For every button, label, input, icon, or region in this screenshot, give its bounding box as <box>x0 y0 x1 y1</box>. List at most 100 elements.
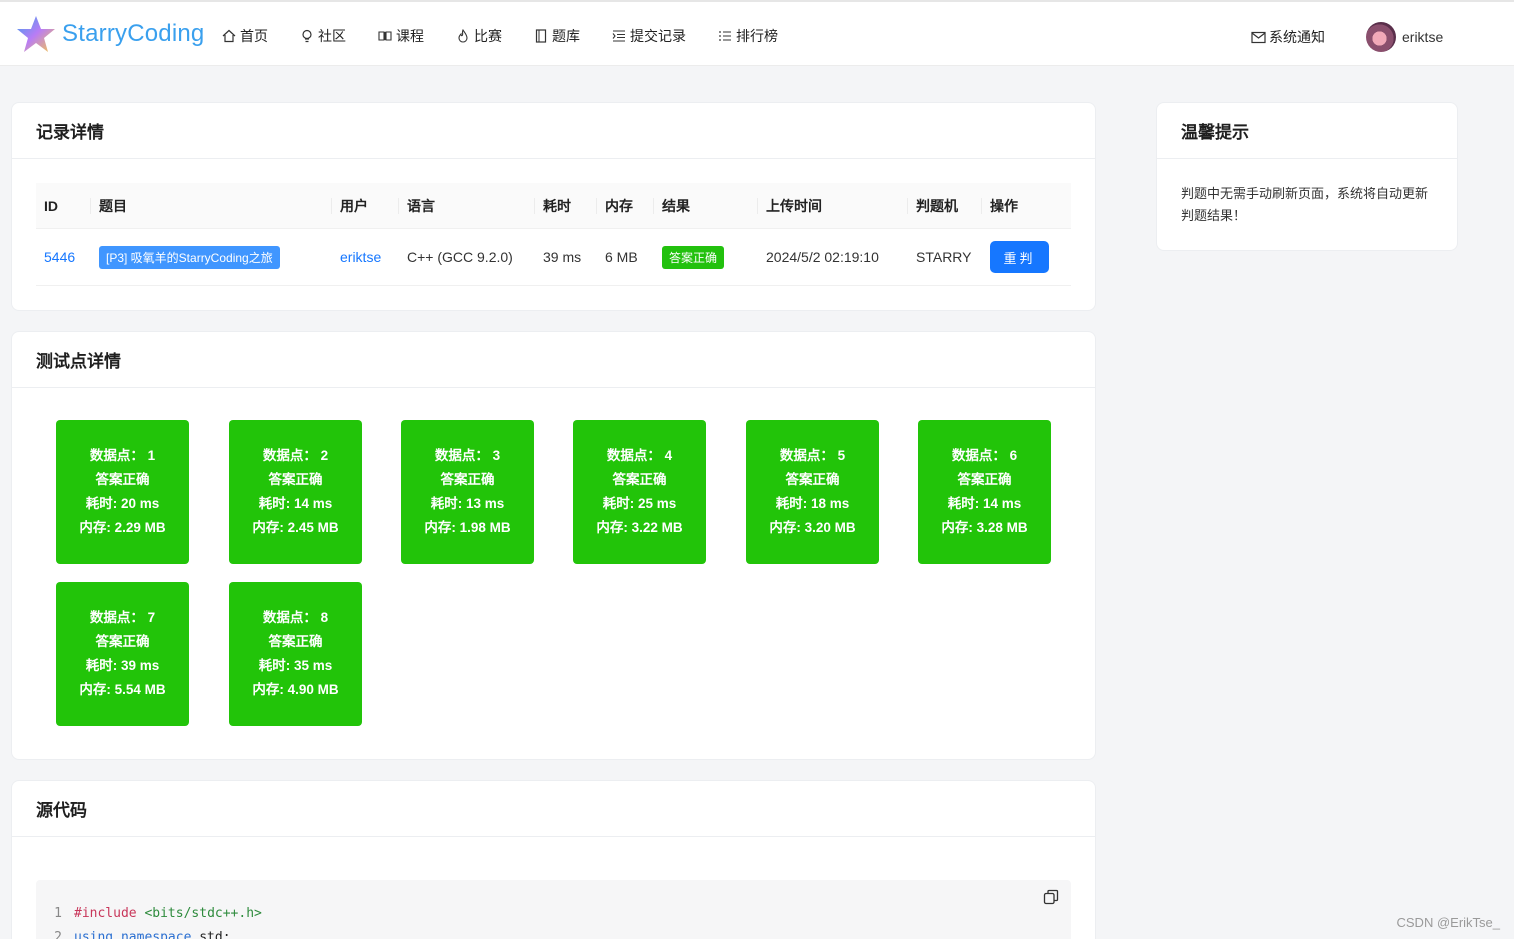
nav-label: 排行榜 <box>736 28 778 44</box>
source-code-card: 源代码 1 #include <bits/stdc++.h> 2 using n… <box>11 780 1096 939</box>
test-point-card[interactable]: 数据点： 7 答案正确 耗时: 39 ms 内存: 5.54 MB <box>56 582 189 726</box>
test-point-memory: 内存: 3.22 MB <box>596 520 683 535</box>
record-table: ID 题目 用户 语言 耗时 内存 结果 上传时间 判题机 操作 5446 [P… <box>36 183 1071 286</box>
test-point-time: 耗时: 25 ms <box>602 496 677 511</box>
memory-value: 6 MB <box>605 249 638 265</box>
nav-label: 社区 <box>318 28 346 44</box>
col-action: 操作 <box>990 197 1018 214</box>
nav-label: 课程 <box>396 28 424 44</box>
tips-card: 温馨提示 判题中无需手动刷新页面，系统将自动更新判题结果！ <box>1156 102 1458 251</box>
language-value: C++ (GCC 9.2.0) <box>407 249 513 265</box>
star-logo-icon <box>17 16 55 52</box>
test-point-label: 数据点： 1 <box>89 448 156 463</box>
col-judger: 判题机 <box>908 183 982 228</box>
test-point-status: 答案正确 <box>95 634 150 649</box>
test-point-memory: 内存: 1.98 MB <box>424 520 511 535</box>
test-point-time: 耗时: 13 ms <box>430 496 505 511</box>
col-id: ID <box>36 183 91 228</box>
col-language: 语言 <box>399 183 535 228</box>
fire-icon <box>456 29 470 43</box>
test-point-status: 答案正确 <box>268 472 323 487</box>
test-point-label: 数据点： 6 <box>951 448 1018 463</box>
list-indent-icon <box>612 29 626 43</box>
nav-item-courses[interactable]: 课程 <box>378 26 424 46</box>
test-point-label: 数据点： 5 <box>779 448 846 463</box>
top-navbar: StarryCoding 首页 社区 课程 比赛 题库 提交记录 排行榜 系统通… <box>0 0 1514 66</box>
test-point-time: 耗时: 18 ms <box>775 496 850 511</box>
test-point-status: 答案正确 <box>95 472 150 487</box>
test-point-memory: 内存: 2.29 MB <box>79 520 166 535</box>
test-point-label: 数据点： 8 <box>262 610 329 625</box>
rejudge-button[interactable]: 重判 <box>990 241 1049 273</box>
test-point-status: 答案正确 <box>785 472 840 487</box>
code-line: 1 #include <bits/stdc++.h> <box>36 906 262 921</box>
nav-item-problems[interactable]: 题库 <box>534 26 580 46</box>
brand-logo[interactable]: StarryCoding <box>16 14 204 54</box>
avatar[interactable] <box>1366 22 1396 52</box>
card-title: 记录详情 <box>12 103 1095 159</box>
record-id-link[interactable]: 5446 <box>44 249 75 265</box>
test-point-card[interactable]: 数据点： 2 答案正确 耗时: 14 ms 内存: 2.45 MB <box>229 420 362 564</box>
test-point-card[interactable]: 数据点： 6 答案正确 耗时: 14 ms 内存: 3.28 MB <box>918 420 1051 564</box>
test-point-status: 答案正确 <box>268 634 323 649</box>
test-point-status: 答案正确 <box>612 472 667 487</box>
test-point-card[interactable]: 数据点： 8 答案正确 耗时: 35 ms 内存: 4.90 MB <box>229 582 362 726</box>
nav-item-community[interactable]: 社区 <box>300 26 346 46</box>
code-include-arg: <bits/stdc++.h> <box>144 906 262 921</box>
code-text: std; <box>199 930 231 939</box>
test-point-label: 数据点： 2 <box>262 448 329 463</box>
copy-icon[interactable] <box>1043 889 1059 905</box>
nav-label: 比赛 <box>474 28 502 44</box>
test-point-card[interactable]: 数据点： 3 答案正确 耗时: 13 ms 内存: 1.98 MB <box>401 420 534 564</box>
test-point-time: 耗时: 20 ms <box>85 496 160 511</box>
brand-name: StarryCoding <box>62 20 205 47</box>
problem-tag[interactable]: [P3] 吸氧羊的StarryCoding之旅 <box>99 245 280 269</box>
home-icon <box>222 29 236 43</box>
main-nav: 首页 社区 课程 比赛 题库 提交记录 排行榜 <box>222 26 810 46</box>
nav-item-contests[interactable]: 比赛 <box>456 26 502 46</box>
test-point-label: 数据点： 4 <box>606 448 673 463</box>
test-point-status: 答案正确 <box>957 472 1012 487</box>
username: eriktse <box>1402 29 1444 45</box>
test-point-time: 耗时: 35 ms <box>258 658 333 673</box>
col-memory: 内存 <box>597 183 654 228</box>
test-point-time: 耗时: 14 ms <box>258 496 333 511</box>
upload-time-value: 2024/5/2 02:19:10 <box>766 249 879 265</box>
nav-item-submissions[interactable]: 提交记录 <box>612 26 686 46</box>
notebook-icon <box>534 29 548 43</box>
test-point-card[interactable]: 数据点： 4 答案正确 耗时: 25 ms 内存: 3.22 MB <box>573 420 706 564</box>
time-value: 39 ms <box>543 249 582 265</box>
card-title: 源代码 <box>12 781 1095 837</box>
table-header: ID 题目 用户 语言 耗时 内存 结果 上传时间 判题机 操作 <box>36 183 1071 229</box>
test-point-status: 答案正确 <box>440 472 495 487</box>
judger-value: STARRY <box>916 249 972 265</box>
watermark: CSDN @ErikTse_ <box>1396 915 1501 930</box>
tips-text: 判题中无需手动刷新页面，系统将自动更新判题结果！ <box>1181 186 1429 223</box>
test-point-card[interactable]: 数据点： 1 答案正确 耗时: 20 ms 内存: 2.29 MB <box>56 420 189 564</box>
notifications-link[interactable]: 系统通知 <box>1251 27 1325 47</box>
line-number: 1 <box>54 906 62 921</box>
test-point-time: 耗时: 14 ms <box>947 496 1022 511</box>
col-problem: 题目 <box>91 183 332 228</box>
user-link[interactable]: eriktse <box>340 249 381 265</box>
nav-item-home[interactable]: 首页 <box>222 26 268 46</box>
card-title: 温馨提示 <box>1157 103 1457 159</box>
test-point-memory: 内存: 4.90 MB <box>252 682 339 697</box>
table-row: 5446 [P3] 吸氧羊的StarryCoding之旅 eriktse C++… <box>36 229 1071 286</box>
nav-label: 首页 <box>240 28 268 44</box>
code-directive: #include <box>74 906 137 921</box>
user-menu[interactable]: eriktse <box>1366 22 1443 52</box>
ordered-list-icon <box>718 29 732 43</box>
book-icon <box>378 29 392 43</box>
test-point-card[interactable]: 数据点： 5 答案正确 耗时: 18 ms 内存: 3.20 MB <box>746 420 879 564</box>
col-upload-time: 上传时间 <box>758 183 908 228</box>
nav-item-ranking[interactable]: 排行榜 <box>718 26 778 46</box>
bulb-icon <box>300 29 314 43</box>
test-point-memory: 内存: 3.20 MB <box>769 520 856 535</box>
test-point-memory: 内存: 3.28 MB <box>941 520 1028 535</box>
nav-label: 提交记录 <box>630 28 686 44</box>
test-point-memory: 内存: 2.45 MB <box>252 520 339 535</box>
test-point-label: 数据点： 7 <box>89 610 156 625</box>
test-point-memory: 内存: 5.54 MB <box>79 682 166 697</box>
code-block[interactable]: 1 #include <bits/stdc++.h> 2 using names… <box>36 880 1071 939</box>
